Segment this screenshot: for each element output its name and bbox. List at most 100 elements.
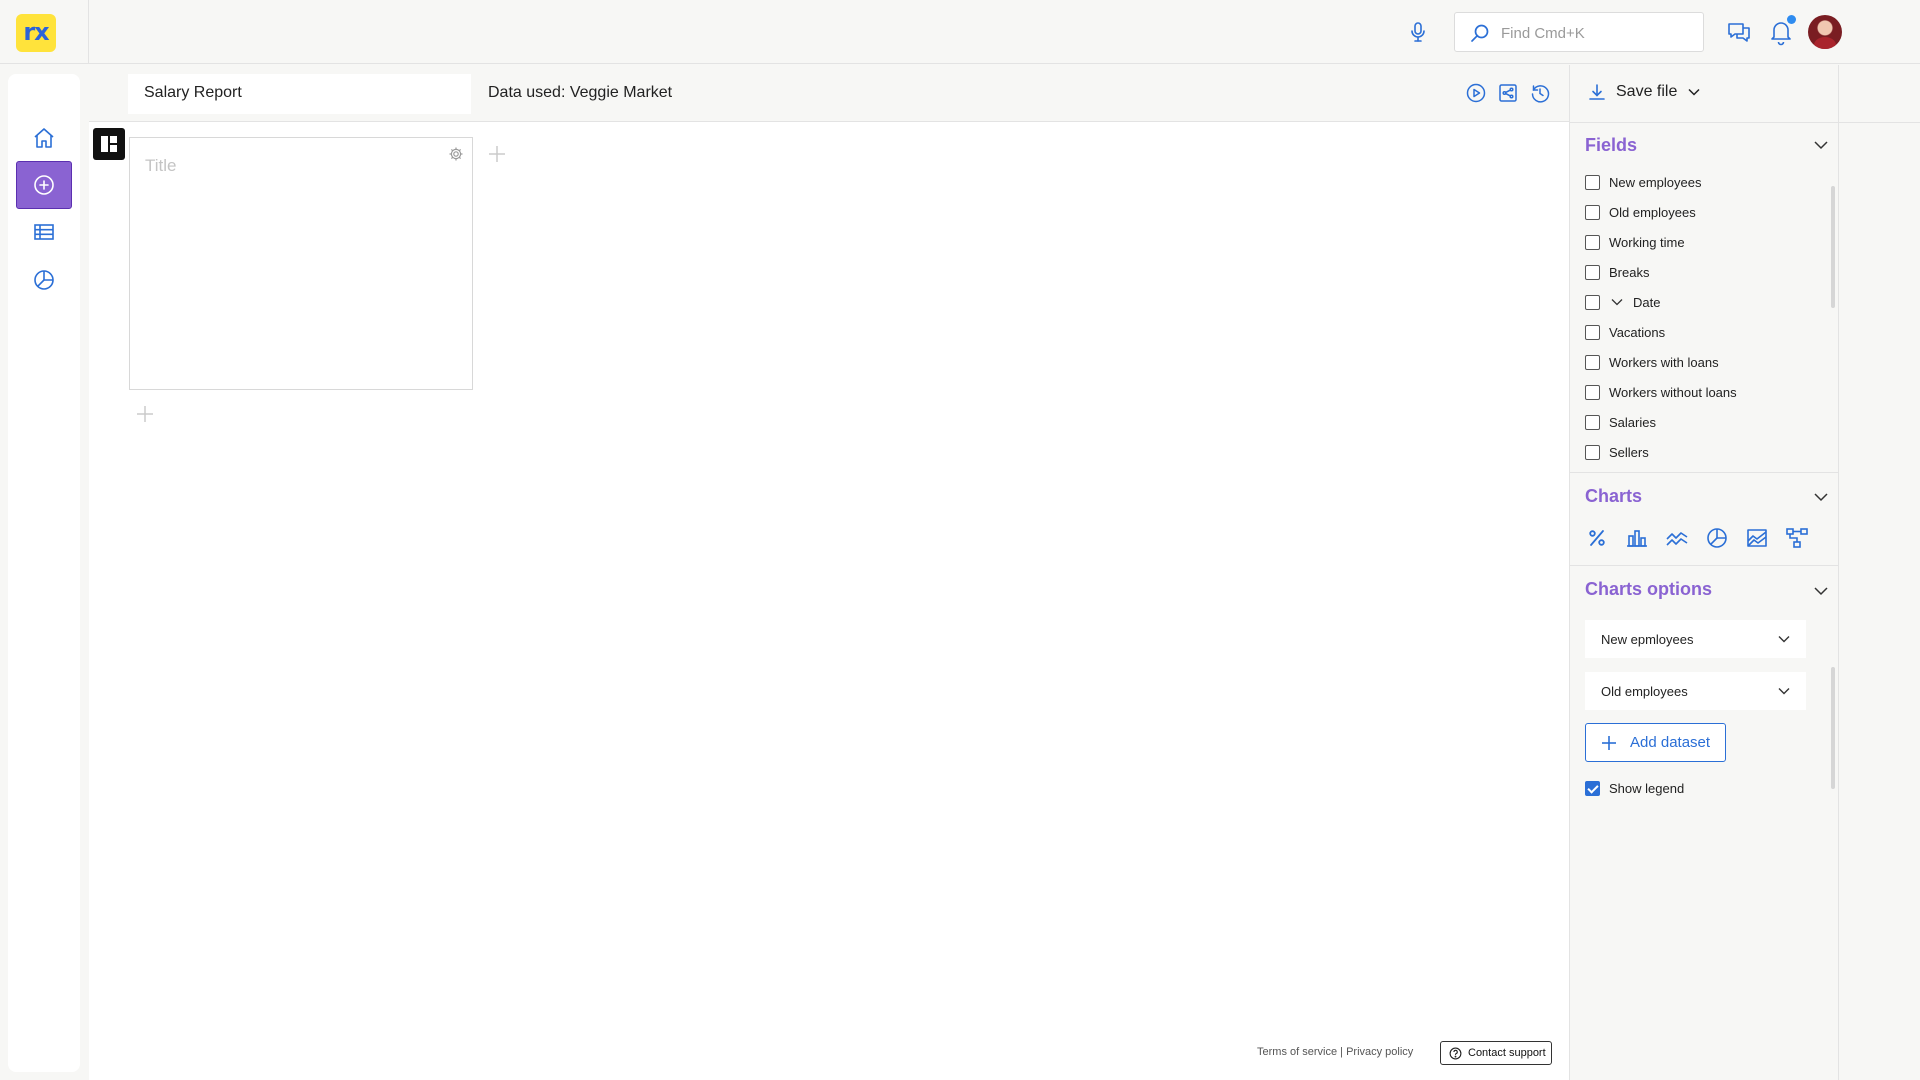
search-box[interactable]	[1454, 12, 1704, 52]
show-legend-checkbox[interactable]	[1585, 780, 1600, 796]
field-label: New employees	[1609, 174, 1702, 190]
area-chart-icon[interactable]	[1745, 526, 1769, 550]
field-label: Breaks	[1609, 264, 1650, 280]
field-label: Old employees	[1609, 204, 1696, 220]
play-icon[interactable]	[1465, 82, 1487, 104]
left-sidebar	[8, 74, 80, 1072]
field-label: Workers with loans	[1609, 354, 1719, 370]
field-item[interactable]: Workers with loans	[1585, 352, 1719, 372]
field-checkbox[interactable]	[1585, 174, 1600, 190]
search-input[interactable]	[1501, 22, 1691, 44]
panel-divider	[1569, 472, 1839, 473]
footer-separator: |	[1340, 1046, 1343, 1058]
field-label: Sellers	[1609, 444, 1649, 460]
privacy-link[interactable]: Privacy policy	[1346, 1046, 1413, 1058]
footer-links: Terms of service | Privacy policy	[1257, 1046, 1413, 1058]
field-item[interactable]: Workers without loans	[1585, 382, 1737, 402]
field-item[interactable]: New employees	[1585, 172, 1702, 192]
messages-icon[interactable]	[1726, 19, 1752, 45]
help-circle-icon	[1449, 1047, 1462, 1059]
add-row-plus-icon[interactable]	[136, 405, 154, 423]
bar-chart-icon[interactable]	[1625, 526, 1649, 550]
widget-title-input[interactable]: Title	[145, 156, 177, 176]
plus-icon	[1602, 735, 1616, 750]
charts-options-section-title[interactable]: Charts options	[1585, 579, 1712, 600]
table-list-icon	[34, 224, 54, 240]
sidebar-item-home[interactable]	[16, 114, 72, 162]
contact-support-label: Contact support	[1468, 1047, 1546, 1059]
chevron-down-icon[interactable]	[1812, 582, 1830, 600]
add-column-plus-icon[interactable]	[488, 145, 506, 163]
field-label: Vacations	[1609, 324, 1666, 340]
sidebar-item-reports[interactable]	[16, 256, 72, 304]
field-item[interactable]: Salaries	[1585, 412, 1656, 432]
field-checkbox[interactable]	[1585, 234, 1600, 250]
field-label: Workers without loans	[1609, 384, 1737, 400]
dataset-select-2[interactable]: Old employees	[1585, 672, 1806, 710]
line-chart-icon[interactable]	[1665, 526, 1689, 550]
home-icon	[34, 128, 54, 148]
search-icon	[1469, 22, 1491, 44]
layout-toggle-button[interactable]	[93, 128, 125, 160]
microphone-icon[interactable]	[1406, 20, 1430, 44]
field-checkbox[interactable]	[1585, 354, 1600, 370]
report-title-input[interactable]: Salary Report	[128, 74, 471, 114]
field-checkbox[interactable]	[1585, 324, 1600, 340]
panel-right-strip	[1839, 65, 1920, 123]
sidebar-item-create[interactable]	[16, 161, 72, 209]
panel-divider	[1569, 565, 1839, 566]
notification-badge	[1787, 15, 1796, 24]
layout-grid-icon	[101, 136, 117, 152]
contact-support-button[interactable]: Contact support	[1440, 1041, 1552, 1065]
percent-icon[interactable]	[1585, 526, 1609, 550]
gear-icon[interactable]	[448, 146, 464, 162]
field-item[interactable]: Working time	[1585, 232, 1685, 252]
app-logo[interactable]: rx	[16, 14, 56, 52]
options-scrollbar[interactable]	[1831, 667, 1835, 789]
add-dataset-label: Add dataset	[1630, 734, 1711, 751]
field-label: Date	[1633, 294, 1661, 310]
field-checkbox[interactable]	[1585, 414, 1600, 430]
chevron-down-icon[interactable]	[1812, 136, 1830, 154]
fields-section-title[interactable]: Fields	[1585, 135, 1637, 156]
panel-divider	[1569, 122, 1839, 123]
field-item[interactable]: Old employees	[1585, 202, 1696, 222]
flow-chart-icon[interactable]	[1785, 526, 1809, 550]
history-icon[interactable]	[1529, 82, 1551, 104]
field-item[interactable]: Sellers	[1585, 442, 1649, 462]
data-source-label: Data used: Veggie Market	[488, 84, 673, 101]
field-checkbox[interactable]	[1585, 444, 1600, 460]
sidebar-item-data[interactable]	[16, 208, 72, 256]
field-checkbox[interactable]	[1585, 264, 1600, 280]
chart-widget[interactable]: Title	[129, 137, 473, 390]
user-avatar[interactable]	[1808, 15, 1842, 49]
save-file-button[interactable]: Save file	[1588, 83, 1701, 101]
field-item[interactable]: Breaks	[1585, 262, 1649, 282]
charts-section-title[interactable]: Charts	[1585, 486, 1642, 507]
show-legend-label: Show legend	[1609, 780, 1685, 796]
chevron-down-icon[interactable]	[1812, 488, 1830, 506]
pie-chart-icon[interactable]	[1705, 526, 1729, 550]
field-checkbox[interactable]	[1585, 294, 1600, 310]
add-dataset-button[interactable]: Add dataset	[1585, 723, 1726, 762]
chevron-down-icon[interactable]	[1609, 294, 1625, 310]
dataset-select-value: New epmloyees	[1601, 631, 1694, 647]
fields-scrollbar[interactable]	[1831, 186, 1835, 308]
dataset-select-value: Old employees	[1601, 683, 1688, 699]
download-icon	[1589, 84, 1605, 100]
field-checkbox[interactable]	[1585, 204, 1600, 220]
field-checkbox[interactable]	[1585, 384, 1600, 400]
field-label: Working time	[1609, 234, 1685, 250]
field-item-date[interactable]: Date	[1585, 292, 1660, 312]
show-legend-option[interactable]: Show legend	[1585, 778, 1684, 798]
plus-circle-icon	[34, 175, 54, 195]
share-icon[interactable]	[1497, 82, 1519, 104]
chevron-down-icon	[1778, 688, 1790, 695]
dataset-select-1[interactable]: New epmloyees	[1585, 620, 1806, 658]
chevron-down-icon	[1778, 636, 1790, 643]
terms-link[interactable]: Terms of service	[1257, 1046, 1337, 1058]
field-item[interactable]: Vacations	[1585, 322, 1665, 342]
topbar-divider	[88, 0, 89, 64]
pie-chart-icon	[34, 270, 54, 290]
save-file-label: Save file	[1616, 83, 1678, 100]
